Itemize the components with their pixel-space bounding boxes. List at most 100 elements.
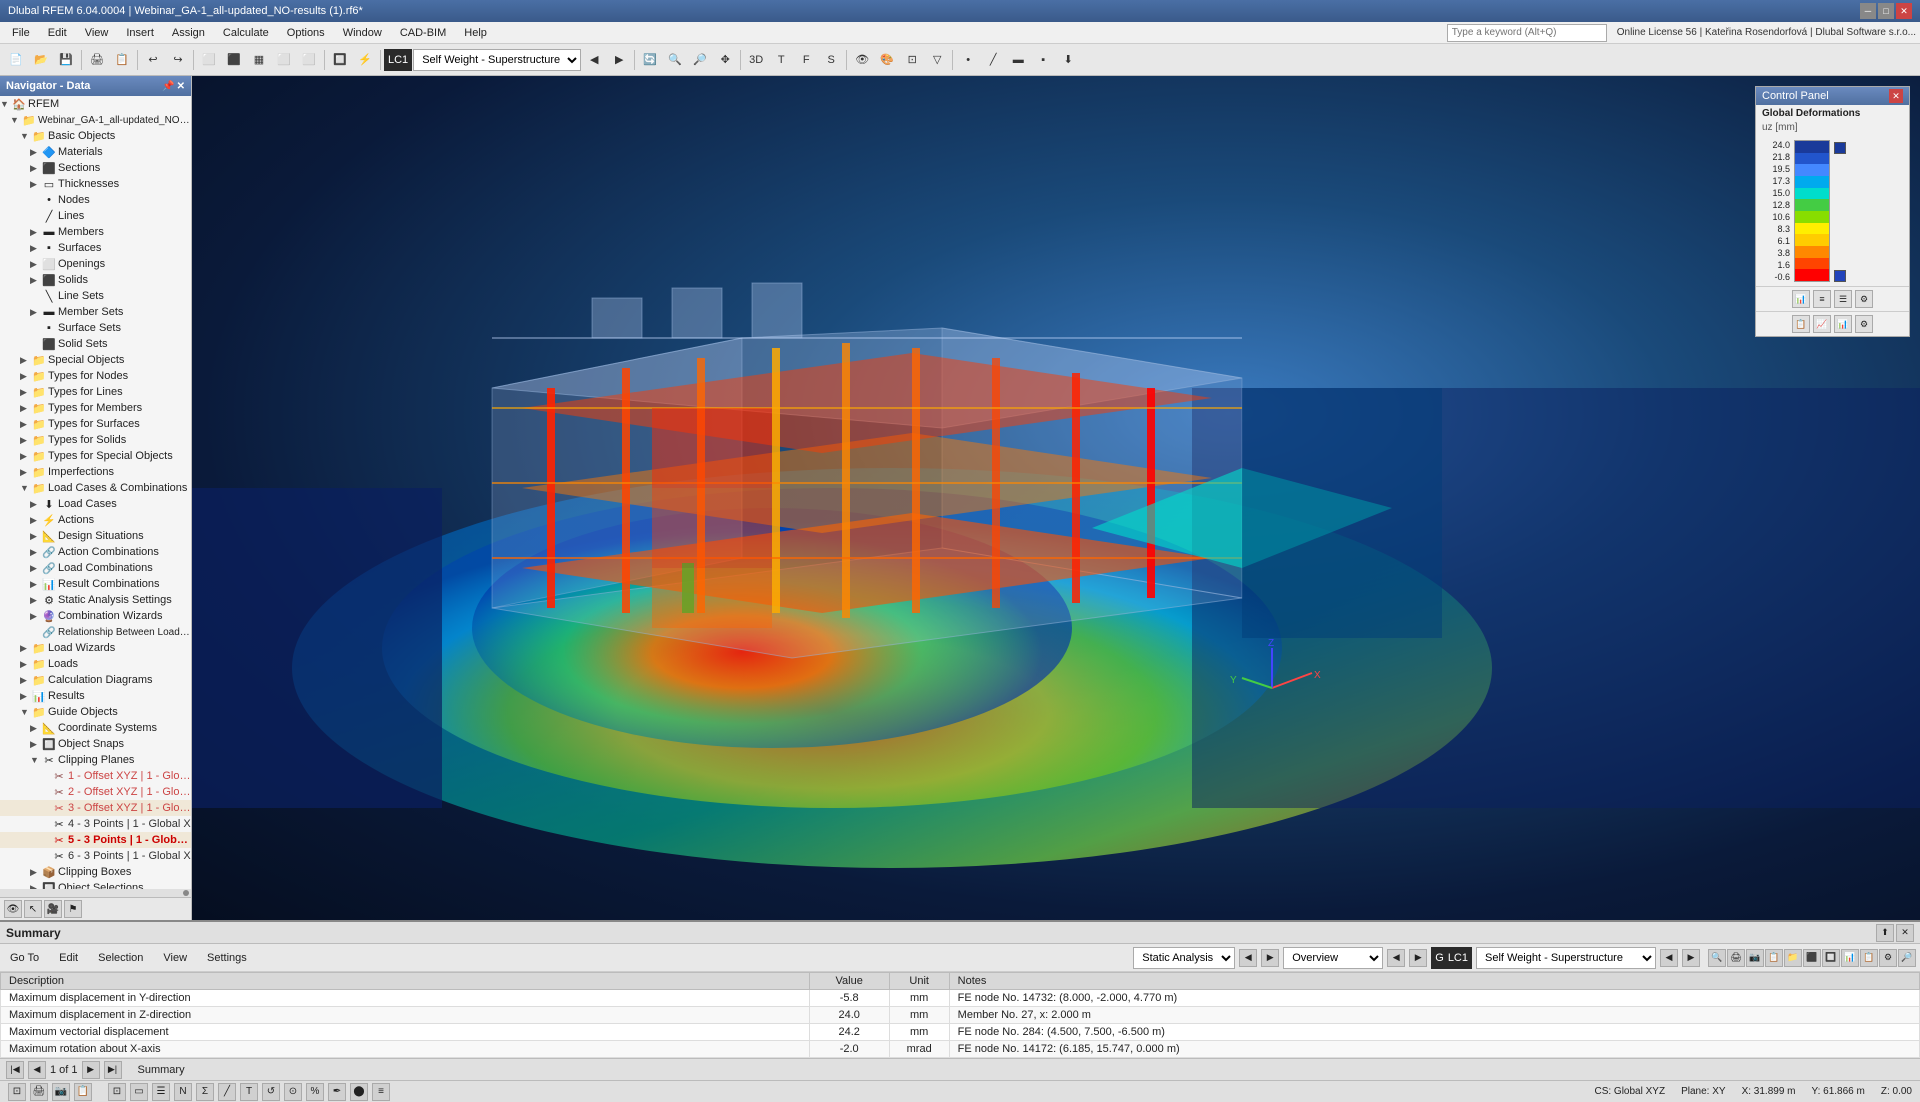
tree-types-lines[interactable]: ▶ 📁 Types for Lines [0, 384, 191, 400]
menu-assign[interactable]: Assign [164, 25, 213, 41]
status-icon-14[interactable]: % [306, 1083, 324, 1101]
tree-openings[interactable]: ▶ ⬜ Openings [0, 256, 191, 272]
print-btn[interactable]: 🖨 [85, 48, 109, 72]
bottom-lc-next[interactable]: ▶ [1682, 949, 1700, 967]
window-controls[interactable]: ─ □ ✕ [1860, 3, 1912, 19]
page-prev-btn[interactable]: ◀ [28, 1061, 46, 1079]
tree-types-surfaces[interactable]: ▶ 📁 Types for Surfaces [0, 416, 191, 432]
display-btn[interactable]: 👁 [850, 48, 874, 72]
tree-coord-systems[interactable]: ▶ 📐 Coordinate Systems [0, 720, 191, 736]
tree-line-sets[interactable]: ▶ ╲ Line Sets [0, 288, 191, 304]
tree-design-situations[interactable]: ▶ 📐 Design Situations [0, 528, 191, 544]
view-btn-1[interactable]: ⬜ [197, 48, 221, 72]
tree-clip-3[interactable]: ▶ ✂ 3 - Offset XYZ | 1 - Global X [0, 800, 191, 816]
load-btn[interactable]: ⬇ [1056, 48, 1080, 72]
tree-actions[interactable]: ▶ ⚡ Actions [0, 512, 191, 528]
tree-lines[interactable]: ▶ ╱ Lines [0, 208, 191, 224]
status-icon-7[interactable]: ☰ [152, 1083, 170, 1101]
menu-edit[interactable]: Edit [40, 25, 75, 41]
node-btn[interactable]: • [956, 48, 980, 72]
tree-combination-wizards[interactable]: ▶ 🔮 Combination Wizards [0, 608, 191, 624]
view-front-btn[interactable]: F [794, 48, 818, 72]
status-icon-1[interactable]: ⊡ [8, 1083, 26, 1101]
status-icon-6[interactable]: ▭ [130, 1083, 148, 1101]
tree-load-cases[interactable]: ▶ ⬇ Load Cases [0, 496, 191, 512]
status-icon-8[interactable]: N [174, 1083, 192, 1101]
menu-file[interactable]: File [4, 25, 38, 41]
menu-insert[interactable]: Insert [118, 25, 162, 41]
tree-clipping-planes[interactable]: ▼ ✂ Clipping Planes [0, 752, 191, 768]
tree-types-special[interactable]: ▶ 📁 Types for Special Objects [0, 448, 191, 464]
bottom-edit-btn[interactable]: Edit [53, 950, 84, 966]
result-btn-11[interactable]: 🔎 [1898, 949, 1916, 967]
result-btn-4[interactable]: 📋 [1765, 949, 1783, 967]
scale-icon-7[interactable]: 📊 [1834, 315, 1852, 333]
status-icon-4[interactable]: 📋 [74, 1083, 92, 1101]
minimize-btn[interactable]: ─ [1860, 3, 1876, 19]
scale-icon-5[interactable]: 📋 [1792, 315, 1810, 333]
bottom-lc-combo[interactable]: Self Weight - Superstructure [1476, 947, 1656, 969]
status-icon-5[interactable]: ⊡ [108, 1083, 126, 1101]
bottom-selection-btn[interactable]: Selection [92, 950, 149, 966]
menu-cadbim[interactable]: CAD-BIM [392, 25, 454, 41]
nav-icon-eye[interactable]: 👁 [4, 900, 22, 918]
nav-close-btn[interactable]: ✕ [177, 81, 185, 92]
tree-members[interactable]: ▶ ▬ Members [0, 224, 191, 240]
tree-clip-6[interactable]: ▶ ✂ 6 - 3 Points | 1 - Global X [0, 848, 191, 864]
tree-result-combinations[interactable]: ▶ 📊 Result Combinations [0, 576, 191, 592]
tree-nodes[interactable]: ▶ • Nodes [0, 192, 191, 208]
status-icon-15[interactable]: ✒ [328, 1083, 346, 1101]
view3d-btn[interactable]: 3D [744, 48, 768, 72]
tree-clip-5[interactable]: ▶ ✂ 5 - 3 Points | 1 - Global XYZ [0, 832, 191, 848]
tree-static-settings[interactable]: ▶ ⚙ Static Analysis Settings [0, 592, 191, 608]
status-icon-16[interactable]: ⬤ [350, 1083, 368, 1101]
overview-next-btn[interactable]: ▶ [1409, 949, 1427, 967]
bottom-view-btn[interactable]: View [157, 950, 193, 966]
nav-pin-btn[interactable]: 📌 [162, 81, 174, 92]
tree-surfaces[interactable]: ▶ ▪ Surfaces [0, 240, 191, 256]
new-btn[interactable]: 📄 [4, 48, 28, 72]
tree-basic-objects[interactable]: ▼ 📁 Basic Objects [0, 128, 191, 144]
status-icon-12[interactable]: ↺ [262, 1083, 280, 1101]
select-btn[interactable]: ⊡ [900, 48, 924, 72]
page-last-btn[interactable]: ▶| [104, 1061, 122, 1079]
open-btn[interactable]: 📂 [29, 48, 53, 72]
menu-view[interactable]: View [77, 25, 117, 41]
status-icon-9[interactable]: Σ [196, 1083, 214, 1101]
tree-solid-sets[interactable]: ▶ ⬛ Solid Sets [0, 336, 191, 352]
tree-action-combinations[interactable]: ▶ 🔗 Action Combinations [0, 544, 191, 560]
scale-icon-4[interactable]: ⚙ [1855, 290, 1873, 308]
pan-btn[interactable]: ✥ [713, 48, 737, 72]
member-btn[interactable]: ▬ [1006, 48, 1030, 72]
view-side-btn[interactable]: S [819, 48, 843, 72]
tree-loads[interactable]: ▶ 📁 Loads [0, 656, 191, 672]
result-btn-3[interactable]: 📷 [1746, 949, 1764, 967]
status-icon-13[interactable]: ⊙ [284, 1083, 302, 1101]
tree-model[interactable]: ▼ 📁 Webinar_GA-1_all-updated_NO-resul [0, 112, 191, 128]
tree-sections[interactable]: ▶ ⬛ Sections [0, 160, 191, 176]
menu-window[interactable]: Window [335, 25, 390, 41]
status-icon-17[interactable]: ≡ [372, 1083, 390, 1101]
tree-relationship[interactable]: ▶ 🔗 Relationship Between Load C... [0, 624, 191, 640]
result-btn-10[interactable]: ⚙ [1879, 949, 1897, 967]
scale-icon-1[interactable]: 📊 [1792, 290, 1810, 308]
view-btn-3[interactable]: ▦ [247, 48, 271, 72]
redo-btn[interactable]: ↪ [166, 48, 190, 72]
nav-icon-flag[interactable]: ⚑ [64, 900, 82, 918]
menu-options[interactable]: Options [279, 25, 333, 41]
result-btn-7[interactable]: 🔲 [1822, 949, 1840, 967]
nav-icon-video[interactable]: 🎥 [44, 900, 62, 918]
overview-combo[interactable]: Overview [1283, 947, 1383, 969]
result-btn-6[interactable]: ⬛ [1803, 949, 1821, 967]
bottom-goto-btn[interactable]: Go To [4, 950, 45, 966]
view-btn-2[interactable]: ⬛ [222, 48, 246, 72]
page-next-btn[interactable]: ▶ [82, 1061, 100, 1079]
scale-icon-3[interactable]: ☰ [1834, 290, 1852, 308]
page-first-btn[interactable]: |◀ [6, 1061, 24, 1079]
tb-btn-2[interactable]: 📋 [110, 48, 134, 72]
3d-viewport[interactable]: X Z Y Control Panel ✕ Global Deformation… [192, 76, 1920, 920]
menu-calculate[interactable]: Calculate [215, 25, 277, 41]
lc-next-btn[interactable]: ▶ [607, 48, 631, 72]
scale-icon-8[interactable]: ⚙ [1855, 315, 1873, 333]
tree-calc-diagrams[interactable]: ▶ 📁 Calculation Diagrams [0, 672, 191, 688]
